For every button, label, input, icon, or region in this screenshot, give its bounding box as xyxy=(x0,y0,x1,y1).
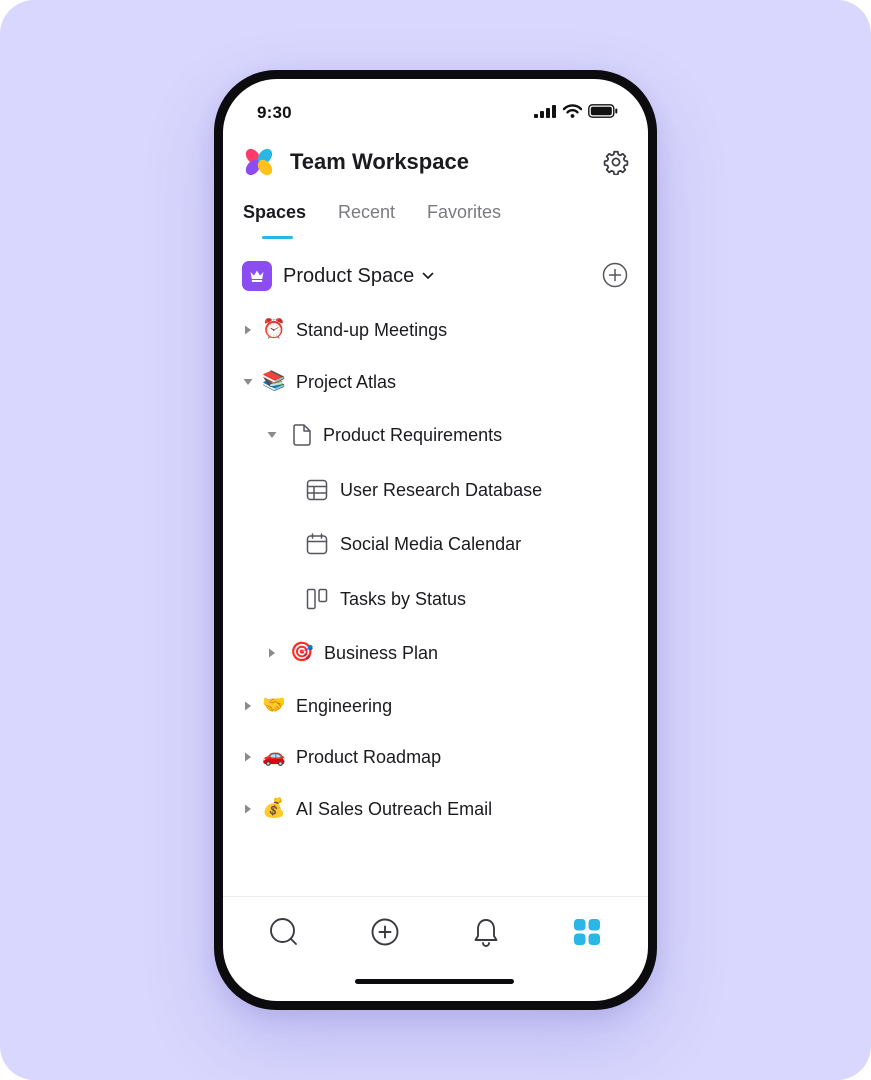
tree-item-label: Engineering xyxy=(296,696,393,716)
tree-item-label: User Research Database xyxy=(340,480,543,500)
tree-item-tasks-by-status[interactable]: Tasks by Status xyxy=(306,584,466,614)
space-title: Product Space xyxy=(283,265,415,287)
phone-frame: 9:30 Team Workspace Spaces Recent Favori… xyxy=(214,70,657,1010)
app-screen: 9:30 Team Workspace Spaces Recent Favori… xyxy=(223,79,648,1001)
space-badge xyxy=(242,261,272,291)
tree-item-label: Business Plan xyxy=(324,643,439,663)
tab-favorites[interactable]: Favorites xyxy=(427,200,501,224)
tree-item-user-research-database[interactable]: User Research Database xyxy=(306,475,542,505)
table-icon xyxy=(306,479,328,501)
plus-circle-icon xyxy=(602,262,628,288)
board-icon xyxy=(306,588,328,610)
tree-item-stand-up-meetings[interactable]: ⏰ Stand-up Meetings xyxy=(243,315,447,345)
tree-item-label: Social Media Calendar xyxy=(340,534,522,554)
alarm-clock-emoji: ⏰ xyxy=(262,319,286,340)
page-icon xyxy=(293,424,311,446)
caret-down-icon[interactable] xyxy=(267,430,277,440)
bell-icon xyxy=(474,919,498,947)
tree-item-label: Project Atlas xyxy=(296,372,397,392)
tree-item-engineering[interactable]: 🤝 Engineering xyxy=(243,691,392,721)
nav-new-page-button[interactable] xyxy=(365,912,405,952)
tree-item-social-media-calendar[interactable]: Social Media Calendar xyxy=(306,529,521,559)
tree-item-label: Stand-up Meetings xyxy=(296,320,448,340)
tree-item-label: Product Roadmap xyxy=(296,747,442,767)
add-page-button[interactable] xyxy=(601,261,629,289)
status-icons xyxy=(534,104,618,118)
battery-icon xyxy=(588,104,618,118)
workspace-logo-icon xyxy=(245,148,273,176)
tab-spaces[interactable]: Spaces xyxy=(243,200,306,224)
workspace-title: Team Workspace xyxy=(290,149,469,174)
gear-icon xyxy=(603,150,629,175)
target-emoji: 🎯 xyxy=(290,642,314,663)
space-selector[interactable]: Product Space xyxy=(283,262,434,290)
wifi-icon xyxy=(563,104,582,118)
tree-item-label: Tasks by Status xyxy=(340,589,467,609)
money-bag-emoji: 💰 xyxy=(262,798,286,819)
nav-spaces-button[interactable] xyxy=(567,912,607,952)
active-tab-indicator xyxy=(262,236,293,239)
tab-recent[interactable]: Recent xyxy=(338,200,395,224)
tree-item-business-plan[interactable]: 🎯 Business Plan xyxy=(267,638,438,668)
caret-right-icon[interactable] xyxy=(243,325,253,335)
background-canvas: 9:30 Team Workspace Spaces Recent Favori… xyxy=(0,0,871,1080)
tree-item-label: AI Sales Outreach Email xyxy=(296,799,493,819)
caret-right-icon[interactable] xyxy=(267,648,277,658)
tree-item-ai-sales-outreach-email[interactable]: 💰 AI Sales Outreach Email xyxy=(243,794,492,824)
search-icon xyxy=(270,918,297,945)
spaces-grid-icon xyxy=(574,919,600,945)
tree-item-product-roadmap[interactable]: 🚗 Product Roadmap xyxy=(243,742,441,772)
tree-item-project-atlas[interactable]: 📚 Project Atlas xyxy=(243,367,396,397)
caret-right-icon[interactable] xyxy=(243,701,253,711)
crown-icon xyxy=(250,270,264,282)
nav-search-button[interactable] xyxy=(264,912,304,952)
caret-right-icon[interactable] xyxy=(243,804,253,814)
caret-right-icon[interactable] xyxy=(243,752,253,762)
home-indicator[interactable] xyxy=(355,979,514,984)
car-emoji: 🚗 xyxy=(262,746,286,767)
handshake-emoji: 🤝 xyxy=(262,695,286,716)
settings-button[interactable] xyxy=(601,147,631,177)
books-emoji: 📚 xyxy=(262,371,286,392)
add-circle-icon xyxy=(371,918,399,946)
tree-item-product-requirements[interactable]: Product Requirements xyxy=(267,420,502,450)
signal-icon xyxy=(534,104,556,118)
tree-item-label: Product Requirements xyxy=(323,425,503,445)
nav-notifications-button[interactable] xyxy=(466,912,506,952)
calendar-icon xyxy=(306,533,328,555)
chevron-down-icon xyxy=(422,272,434,279)
status-time: 9:30 xyxy=(257,103,292,122)
bottom-nav-divider xyxy=(223,896,648,897)
caret-down-icon[interactable] xyxy=(243,377,253,387)
